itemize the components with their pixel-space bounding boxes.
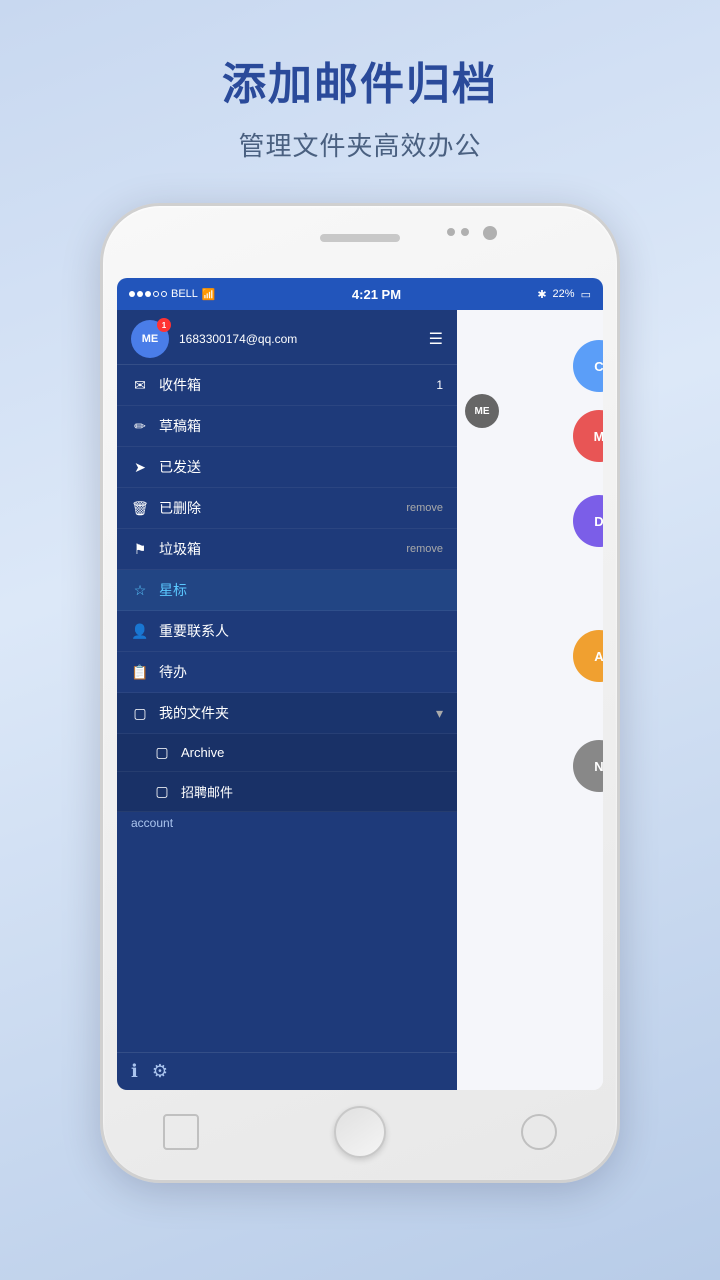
- main-area: ME 1 1683300174@qq.com ☰ ✉ 收件箱 1: [117, 310, 603, 1090]
- circle-label-4: A: [594, 649, 603, 664]
- sent-icon: ➤: [131, 459, 149, 476]
- status-bar: BELL 📶 4:21 PM ✱ 22% ▭: [117, 278, 603, 310]
- sidebar-item-folders[interactable]: ▢ 我的文件夹 ▾: [117, 693, 457, 734]
- circle-button-4[interactable]: A: [573, 630, 603, 682]
- sidebar-item-archive[interactable]: ▢ Archive: [117, 734, 457, 772]
- settings-icon[interactable]: ⚙: [152, 1061, 168, 1082]
- starred-label: 星标: [159, 580, 443, 600]
- sidebar-item-trash[interactable]: ⚑ 垃圾箱 remove: [117, 529, 457, 570]
- status-left: BELL 📶: [129, 288, 216, 301]
- right-panel: ME C M D A N: [457, 310, 603, 1090]
- trash-label: 垃圾箱: [159, 539, 396, 559]
- account-section-label: account: [117, 812, 457, 838]
- deleted-remove[interactable]: remove: [406, 502, 443, 514]
- sidebar-bottom: ℹ ⚙: [117, 1052, 457, 1090]
- circle-label-3: D: [594, 514, 603, 529]
- contacts-icon: 👤: [131, 623, 149, 640]
- sidebar-item-recruitment[interactable]: ▢ 招聘邮件: [117, 772, 457, 812]
- circle-label-2: M: [594, 429, 603, 444]
- notification-badge: 1: [157, 318, 171, 332]
- circle-label-1: C: [594, 359, 603, 374]
- battery-label: 22%: [553, 288, 575, 300]
- avatar-primary[interactable]: ME 1: [131, 320, 169, 358]
- circle-button-3[interactable]: D: [573, 495, 603, 547]
- battery-icon: ▭: [581, 288, 591, 301]
- trash-remove[interactable]: remove: [406, 543, 443, 555]
- phone-camera-dot: [461, 228, 469, 236]
- circle-button-5[interactable]: N: [573, 740, 603, 792]
- drafts-icon: ✏: [131, 418, 149, 435]
- sidebar-item-inbox[interactable]: ✉ 收件箱 1: [117, 365, 457, 406]
- folder-icon: ▢: [131, 705, 149, 722]
- archive-label: Archive: [181, 745, 443, 760]
- phone-screen: BELL 📶 4:21 PM ✱ 22% ▭: [117, 278, 603, 1090]
- contacts-label: 重要联系人: [159, 621, 443, 641]
- circle-label-5: N: [594, 759, 603, 774]
- carrier-label: BELL: [171, 288, 198, 300]
- inbox-label: 收件箱: [159, 375, 426, 395]
- inbox-badge: 1: [436, 378, 443, 392]
- deleted-label: 已删除: [159, 498, 396, 518]
- phone-nav-recent[interactable]: [521, 1114, 557, 1150]
- account-header[interactable]: ME 1 1683300174@qq.com ☰: [117, 310, 457, 365]
- menu-icon[interactable]: ☰: [429, 329, 443, 349]
- todo-icon: 📋: [131, 664, 149, 681]
- todo-label: 待办: [159, 662, 443, 682]
- circle-button-2[interactable]: M: [573, 410, 603, 462]
- folders-label: 我的文件夹: [159, 703, 426, 723]
- sidebar-item-contacts[interactable]: 👤 重要联系人: [117, 611, 457, 652]
- circle-button-1[interactable]: C: [573, 340, 603, 392]
- wifi-icon: 📶: [202, 288, 216, 301]
- sidebar-item-sent[interactable]: ➤ 已发送: [117, 447, 457, 488]
- phone-shell: BELL 📶 4:21 PM ✱ 22% ▭: [100, 203, 620, 1183]
- sidebar-item-deleted[interactable]: 🗑 已删除 remove: [117, 488, 457, 529]
- info-icon[interactable]: ℹ: [131, 1061, 138, 1082]
- sidebar-item-drafts[interactable]: ✏ 草稿箱: [117, 406, 457, 447]
- recruitment-folder-icon: ▢: [153, 783, 171, 800]
- bluetooth-icon: ✱: [537, 288, 546, 301]
- page-subtitle: 管理文件夹高效办公: [238, 126, 481, 163]
- folder-arrow-icon: ▾: [436, 705, 443, 722]
- sidebar-item-starred[interactable]: ☆ 星标: [117, 570, 457, 611]
- sidebar: ME 1 1683300174@qq.com ☰ ✉ 收件箱 1: [117, 310, 457, 1090]
- signal-indicator: [129, 291, 167, 297]
- phone-nav-back[interactable]: [163, 1114, 199, 1150]
- avatar-secondary[interactable]: ME: [465, 394, 499, 428]
- phone-camera: [483, 226, 497, 240]
- deleted-icon: 🗑: [131, 500, 149, 517]
- sent-label: 已发送: [159, 457, 443, 477]
- drafts-label: 草稿箱: [159, 416, 443, 436]
- phone-camera-dot2: [447, 228, 455, 236]
- recruitment-label: 招聘邮件: [181, 782, 443, 801]
- status-time: 4:21 PM: [352, 287, 401, 302]
- status-right: ✱ 22% ▭: [537, 288, 591, 301]
- starred-icon: ☆: [131, 582, 149, 599]
- sidebar-item-todo[interactable]: 📋 待办: [117, 652, 457, 693]
- phone-mockup: BELL 📶 4:21 PM ✱ 22% ▭: [100, 203, 620, 1183]
- phone-home-button[interactable]: [334, 1106, 386, 1158]
- trash-icon: ⚑: [131, 541, 149, 558]
- archive-folder-icon: ▢: [153, 744, 171, 761]
- inbox-icon: ✉: [131, 377, 149, 394]
- page-title: 添加邮件归档: [222, 48, 498, 112]
- phone-speaker: [320, 234, 400, 242]
- account-email: 1683300174@qq.com: [179, 332, 419, 346]
